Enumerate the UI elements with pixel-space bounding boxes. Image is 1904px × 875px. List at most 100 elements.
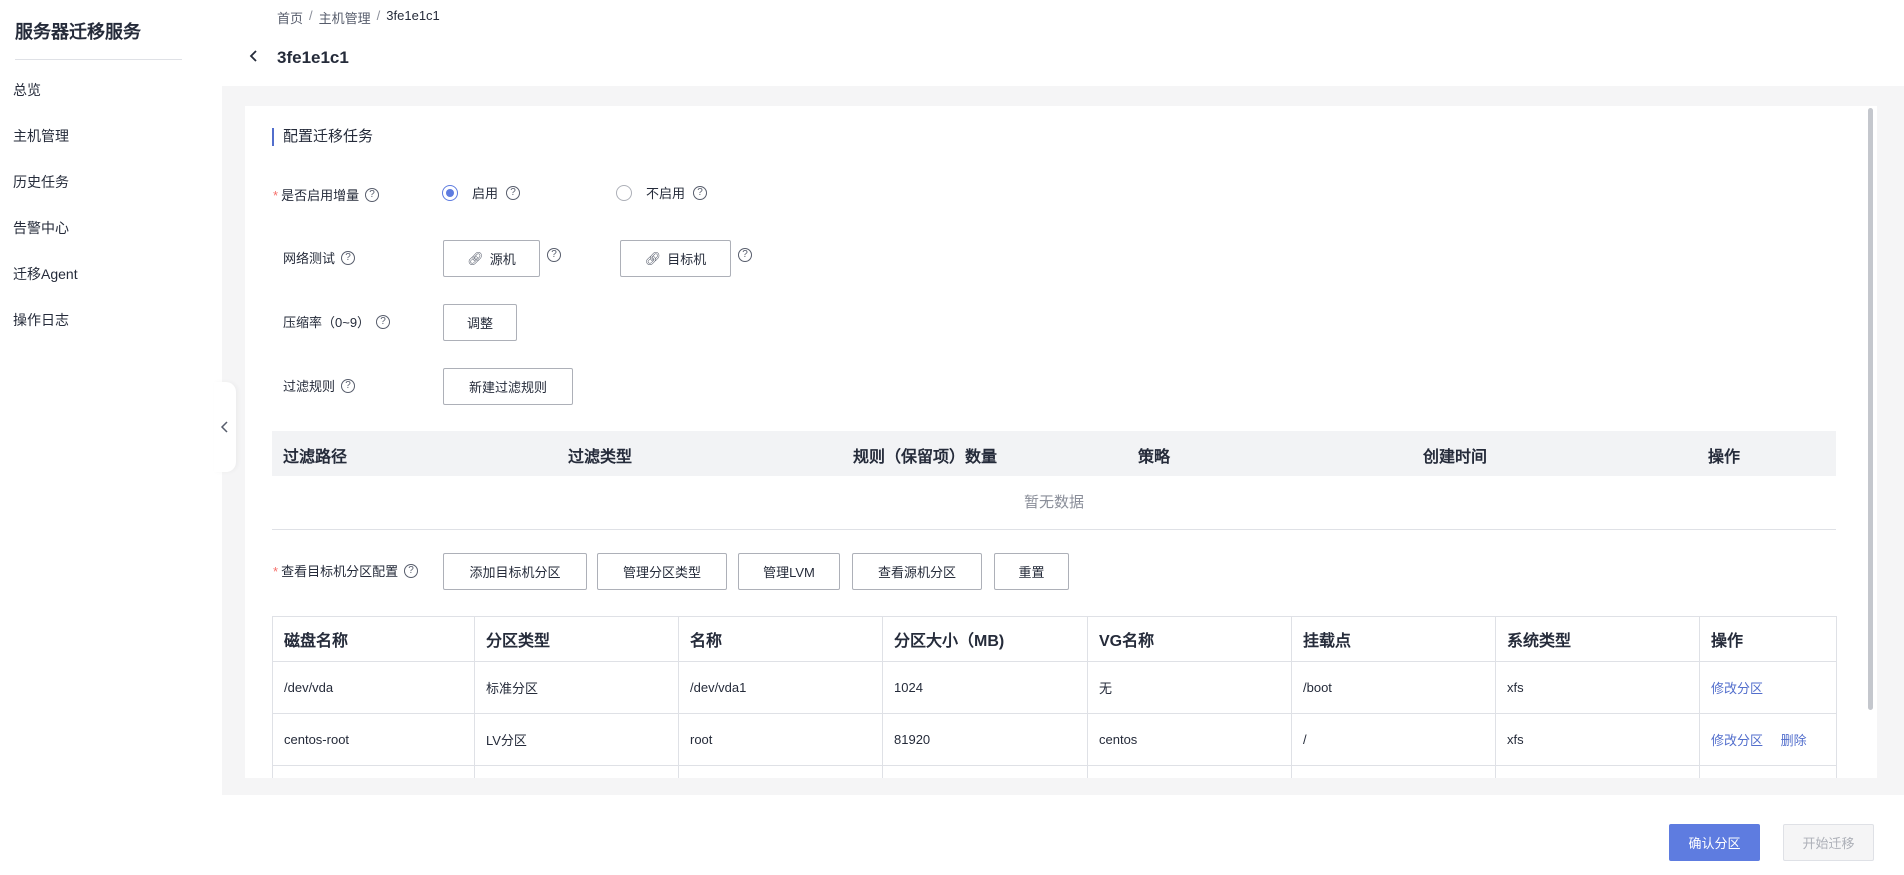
cell-name: /dev/vda1 [678, 661, 883, 714]
scrollbar[interactable] [1868, 108, 1873, 710]
page-header: 首页 / 主机管理 / 3fe1e1c1 3fe1e1c1 [222, 0, 1904, 86]
breadcrumb-host-management[interactable]: 主机管理 [319, 8, 371, 27]
cell-type: LV分区 [474, 713, 679, 766]
sidebar-divider [15, 59, 182, 60]
filter-col-path: 过滤路径 [283, 449, 348, 466]
table-row [272, 765, 1837, 778]
cell-empty [1291, 765, 1496, 778]
filter-table-header: 过滤路径 过滤类型 规则（保留项）数量 策略 创建时间 操作 [272, 431, 1836, 476]
network-test-target-button[interactable]: 🔗︎ 目标机 [620, 240, 731, 277]
compression-label: 压缩率（0~9） [283, 315, 371, 330]
sidebar-item-host-management[interactable]: 主机管理 [0, 116, 222, 162]
cell-fs: xfs [1495, 661, 1700, 714]
filter-col-created: 创建时间 [1423, 449, 1488, 466]
target-button-label: 目标机 [667, 252, 707, 267]
sidebar-item-alarm-center[interactable]: 告警中心 [0, 208, 222, 254]
required-mark: * [273, 564, 279, 579]
section-title: 配置迁移任务 [272, 128, 373, 146]
partition-table: 磁盘名称 分区类型 名称 分区大小（MB) VG名称 挂载点 系统类型 操作 /… [272, 616, 1837, 778]
link-icon: 🔗︎ [644, 250, 662, 266]
compression-adjust-button[interactable]: 调整 [443, 304, 517, 341]
delete-partition-link[interactable]: 删除 [1781, 733, 1807, 748]
confirm-partition-button[interactable]: 确认分区 [1669, 824, 1760, 861]
breadcrumb-separator: / [309, 8, 313, 23]
help-icon[interactable]: ? [365, 187, 380, 202]
cell-actions: 修改分区 删除 [1699, 713, 1837, 766]
help-icon[interactable]: ? [506, 185, 521, 200]
help-icon[interactable]: ? [738, 248, 752, 262]
col-partition-type: 分区类型 [474, 616, 679, 662]
modify-partition-link[interactable]: 修改分区 [1711, 733, 1763, 748]
table-row: /dev/vda 标准分区 /dev/vda1 1024 无 /boot xfs… [272, 661, 1837, 714]
help-icon[interactable]: ? [376, 314, 391, 329]
start-migration-button[interactable]: 开始迁移 [1783, 824, 1874, 861]
partition-label-row: * 查看目标机分区配置 ? [273, 561, 419, 580]
footer-bar: 确认分区 开始迁移 [222, 795, 1904, 875]
source-button-label: 源机 [489, 252, 516, 267]
radio-enable[interactable]: 启用 ? [442, 183, 521, 202]
col-name: 名称 [678, 616, 883, 662]
chevron-left-icon [249, 50, 257, 62]
filter-col-type: 过滤类型 [568, 449, 633, 466]
filter-col-actions: 操作 [1708, 449, 1741, 466]
radio-disable[interactable]: 不启用 ? [616, 183, 708, 202]
link-icon: 🔗︎ [467, 250, 484, 266]
filter-col-strategy: 策略 [1138, 449, 1171, 466]
col-fs-type: 系统类型 [1495, 616, 1700, 662]
help-icon[interactable]: ? [547, 248, 561, 262]
radio-unchecked-icon[interactable] [616, 184, 632, 201]
cell-mount: / [1291, 713, 1496, 766]
manage-lvm-button[interactable]: 管理LVM [738, 553, 840, 590]
reset-button[interactable]: 重置 [994, 553, 1069, 590]
cell-mount: /boot [1291, 661, 1496, 714]
cell-empty [474, 765, 679, 778]
cell-empty [272, 765, 475, 778]
sidebar-collapse-handle[interactable] [214, 382, 236, 472]
compression-label-row: 压缩率（0~9） ? [283, 312, 391, 331]
chevron-left-icon [220, 421, 228, 433]
cell-empty [1699, 765, 1837, 778]
sidebar-item-operation-log[interactable]: 操作日志 [0, 300, 222, 346]
sidebar-item-migration-agent[interactable]: 迁移Agent [0, 254, 222, 300]
sidebar-item-overview[interactable]: 总览 [0, 70, 222, 116]
help-icon[interactable]: ? [341, 250, 356, 265]
cell-empty [1495, 765, 1700, 778]
breadcrumb-separator: / [376, 8, 381, 23]
modify-partition-link[interactable]: 修改分区 [1711, 681, 1763, 696]
cell-actions: 修改分区 [1699, 661, 1837, 714]
help-icon[interactable]: ? [404, 563, 419, 578]
radio-checked-icon[interactable] [442, 184, 458, 201]
partition-config-label: 查看目标机分区配置 [281, 564, 399, 579]
table-row: centos-root LV分区 root 81920 centos / xfs… [272, 713, 1837, 766]
view-source-partition-button[interactable]: 查看源机分区 [852, 553, 982, 590]
help-icon[interactable]: ? [693, 185, 708, 200]
add-target-partition-button[interactable]: 添加目标机分区 [443, 553, 587, 590]
network-test-source-button[interactable]: 🔗︎ 源机 [443, 240, 540, 277]
radio-enable-label: 启用 [472, 186, 499, 201]
cell-vg: centos [1087, 713, 1292, 766]
cell-vg: 无 [1087, 661, 1292, 714]
col-actions: 操作 [1699, 616, 1837, 662]
cell-empty [678, 765, 883, 778]
sidebar-item-history-tasks[interactable]: 历史任务 [0, 162, 222, 208]
back-button[interactable] [246, 48, 262, 64]
filter-col-count: 规则（保留项）数量 [853, 449, 998, 466]
breadcrumb-home[interactable]: 首页 [277, 8, 303, 27]
new-filter-rule-button[interactable]: 新建过滤规则 [443, 368, 573, 405]
radio-disable-label: 不启用 [646, 186, 686, 201]
incremental-label-row: * 是否启用增量 ? [273, 185, 380, 204]
col-disk-name: 磁盘名称 [272, 616, 475, 662]
cell-fs: xfs [1495, 713, 1700, 766]
manage-partition-type-button[interactable]: 管理分区类型 [597, 553, 727, 590]
sidebar: 服务器迁移服务 总览 主机管理 历史任务 告警中心 迁移Agent 操作日志 [0, 0, 222, 875]
cell-empty [882, 765, 1088, 778]
cell-disk: centos-root [272, 713, 475, 766]
help-icon[interactable]: ? [341, 378, 356, 393]
cell-size: 81920 [882, 713, 1088, 766]
config-card: 配置迁移任务 * 是否启用增量 ? 启用 ? 不启用 ? 网络测试 ? 🔗︎ 源机… [245, 106, 1877, 778]
cell-disk: /dev/vda [272, 661, 475, 714]
cell-size: 1024 [882, 661, 1088, 714]
breadcrumb: 首页 / 主机管理 / 3fe1e1c1 [277, 8, 440, 27]
required-mark: * [273, 188, 279, 203]
network-test-label: 网络测试 [283, 251, 336, 266]
